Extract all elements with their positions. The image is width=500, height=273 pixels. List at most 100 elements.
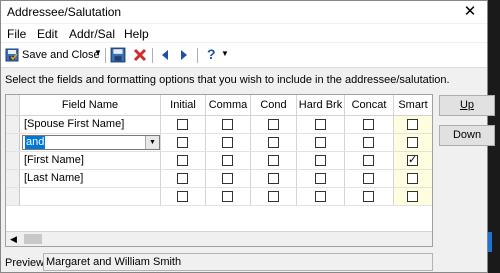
concat-checkbox[interactable]	[363, 137, 374, 148]
hard-brk-cell	[297, 170, 345, 187]
field-name-cell[interactable]: and ▼	[20, 134, 161, 151]
preview-label: Preview:	[5, 257, 48, 269]
row-header[interactable]	[6, 134, 20, 151]
comma-cell	[206, 134, 251, 151]
smart-checkbox[interactable]	[407, 173, 418, 184]
save-and-close-button[interactable]: Save and Close ▼	[4, 46, 102, 64]
concat-cell	[345, 170, 394, 187]
row-header[interactable]	[6, 188, 20, 205]
table-row[interactable]	[6, 188, 432, 206]
initial-checkbox[interactable]	[177, 155, 188, 166]
concat-cell	[345, 116, 394, 133]
column-header-initial[interactable]: Initial	[161, 95, 206, 115]
chevron-down-icon[interactable]: ▼	[145, 136, 159, 149]
close-icon[interactable]: ✕	[453, 1, 487, 23]
save-close-icon	[5, 48, 19, 62]
cond-checkbox[interactable]	[267, 191, 279, 202]
initial-checkbox[interactable]	[177, 137, 188, 148]
toolbar: Save and Close ▼ ? ▼	[1, 43, 487, 68]
row-header[interactable]	[6, 116, 20, 133]
comma-checkbox[interactable]	[222, 155, 233, 166]
save-icon[interactable]	[110, 46, 126, 64]
field-name-cell[interactable]	[20, 188, 161, 205]
comma-checkbox[interactable]	[222, 173, 233, 184]
concat-checkbox[interactable]	[363, 119, 374, 130]
up-button[interactable]: Up	[439, 95, 495, 116]
chevron-down-icon[interactable]: ▼	[94, 48, 102, 57]
concat-checkbox[interactable]	[363, 173, 374, 184]
table-row[interactable]: and ▼	[6, 134, 432, 152]
comma-checkbox[interactable]	[222, 191, 233, 202]
comma-checkbox[interactable]	[222, 119, 233, 130]
delete-icon[interactable]	[132, 46, 148, 64]
menu-edit[interactable]: Edit	[37, 27, 58, 41]
column-header-hard-brk[interactable]: Hard Brk	[297, 95, 345, 115]
toolbar-separator	[152, 48, 153, 63]
column-header-smart[interactable]: Smart	[394, 95, 432, 115]
initial-checkbox[interactable]	[177, 173, 188, 184]
cond-cell	[251, 188, 297, 205]
table-row[interactable]: [First Name]	[6, 152, 432, 170]
help-icon[interactable]: ?	[207, 46, 216, 64]
initial-cell	[161, 152, 206, 169]
smart-checkbox[interactable]	[407, 153, 418, 166]
next-icon[interactable]	[177, 46, 191, 64]
hard-brk-checkbox[interactable]	[314, 119, 326, 130]
concat-cell	[345, 188, 394, 205]
field-name-combo-value: and	[25, 136, 46, 149]
initial-cell	[161, 188, 206, 205]
row-header[interactable]	[6, 170, 20, 187]
scrollbar-thumb[interactable]	[24, 234, 42, 244]
chevron-down-icon[interactable]: ▼	[221, 49, 229, 67]
cond-checkbox[interactable]	[267, 173, 279, 184]
fields-grid[interactable]: Field Name Initial Comma Cond Hard Brk C…	[5, 94, 433, 247]
menu-file[interactable]: File	[7, 27, 26, 41]
column-header-concat[interactable]: Concat	[345, 95, 394, 115]
hard-brk-checkbox[interactable]	[314, 191, 326, 202]
table-row[interactable]: [Spouse First Name]	[6, 116, 432, 134]
hard-brk-checkbox[interactable]	[314, 155, 326, 166]
cond-cell	[251, 170, 297, 187]
menu-addr-sal[interactable]: Addr/Sal	[69, 27, 115, 41]
initial-checkbox[interactable]	[177, 191, 188, 202]
initial-checkbox[interactable]	[177, 119, 188, 130]
concat-checkbox[interactable]	[363, 191, 374, 202]
cond-checkbox[interactable]	[267, 119, 279, 130]
comma-cell	[206, 116, 251, 133]
menu-bar: File Edit Addr/Sal Help	[1, 24, 487, 42]
hard-brk-checkbox[interactable]	[314, 137, 326, 148]
smart-cell	[394, 116, 432, 133]
comma-cell	[206, 188, 251, 205]
down-button-label: Down	[452, 129, 482, 141]
field-name-cell[interactable]: [Last Name]	[20, 170, 161, 187]
scroll-left-icon[interactable]: ◀	[10, 232, 17, 246]
horizontal-scrollbar[interactable]: ◀	[6, 231, 432, 246]
cond-cell	[251, 116, 297, 133]
toolbar-separator	[197, 48, 198, 63]
hard-brk-cell	[297, 116, 345, 133]
smart-checkbox[interactable]	[407, 119, 418, 130]
column-header-field-name[interactable]: Field Name	[20, 95, 161, 115]
addressee-salutation-window: Addressee/Salutation ✕ File Edit Addr/Sa…	[0, 0, 495, 273]
hard-brk-checkbox[interactable]	[314, 173, 326, 184]
comma-checkbox[interactable]	[222, 137, 233, 148]
field-name-cell[interactable]: [Spouse First Name]	[20, 116, 161, 133]
column-header-comma[interactable]: Comma	[206, 95, 251, 115]
concat-checkbox[interactable]	[363, 155, 374, 166]
cond-checkbox[interactable]	[267, 137, 279, 148]
preview-field: Margaret and William Smith	[43, 253, 433, 271]
field-name-combo[interactable]: and ▼	[22, 135, 160, 150]
title-bar: Addressee/Salutation ✕	[1, 1, 487, 23]
menu-help[interactable]: Help	[124, 27, 149, 41]
smart-checkbox[interactable]	[407, 191, 418, 202]
row-header[interactable]	[6, 152, 20, 169]
cond-checkbox[interactable]	[267, 155, 279, 166]
toolbar-separator	[105, 48, 106, 63]
field-name-cell[interactable]: [First Name]	[20, 152, 161, 169]
cond-cell	[251, 134, 297, 151]
previous-icon[interactable]	[158, 46, 172, 64]
table-row[interactable]: [Last Name]	[6, 170, 432, 188]
down-button[interactable]: Down	[439, 125, 495, 146]
column-header-cond[interactable]: Cond	[251, 95, 297, 115]
smart-checkbox[interactable]	[407, 137, 418, 148]
